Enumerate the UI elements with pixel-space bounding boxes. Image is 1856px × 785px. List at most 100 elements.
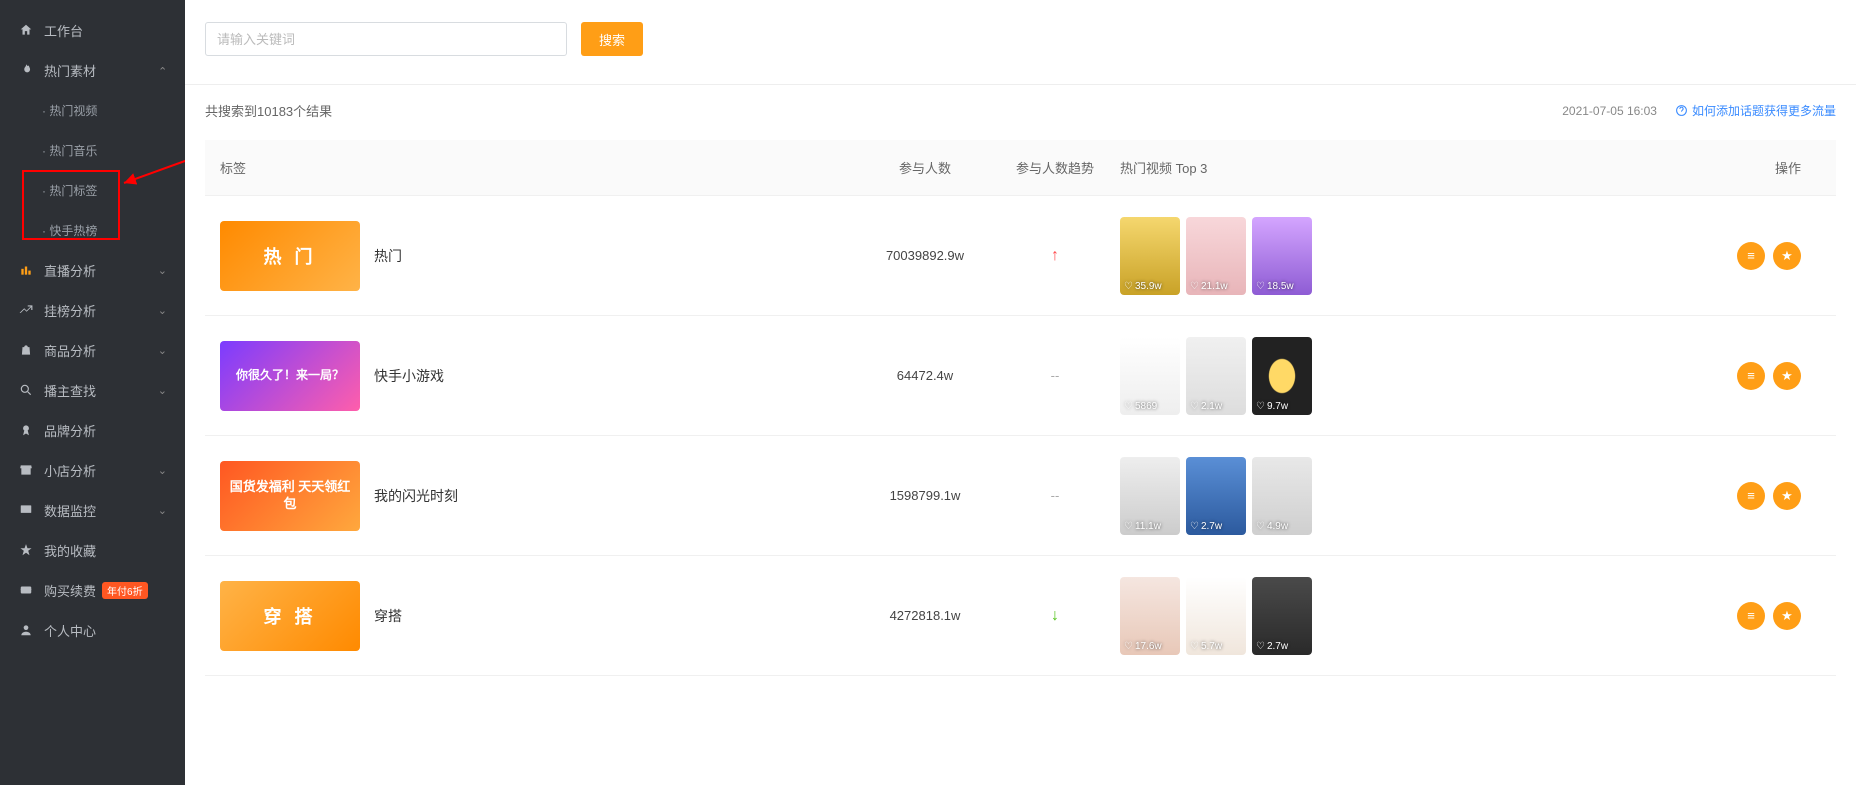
trend-up-icon: ↑	[990, 247, 1120, 265]
sidebar-sub-ks-hotlist[interactable]: · 快手热榜	[0, 210, 185, 250]
like-count: ♡ 5.7w	[1190, 641, 1222, 652]
search-input[interactable]	[205, 22, 567, 56]
question-icon	[1675, 104, 1688, 117]
video-thumb[interactable]: ♡ 4.9w	[1252, 457, 1312, 535]
sidebar-item-live-analysis[interactable]: 直播分析 ⌄	[0, 250, 185, 290]
video-thumb[interactable]: ♡ 18.5w	[1252, 217, 1312, 295]
trend-down-icon: ↓	[990, 607, 1120, 625]
sidebar-label: 热门素材	[44, 61, 96, 80]
result-bar: 共搜索到10183个结果 2021-07-05 16:03 如何添加话题获得更多…	[185, 84, 1856, 120]
like-count: ♡ 11.1w	[1124, 521, 1161, 532]
top3-videos: ♡ 11.1w ♡ 2.7w ♡ 4.9w	[1120, 457, 1340, 535]
result-count: 共搜索到10183个结果	[205, 101, 332, 120]
participant-count: 1598799.1w	[860, 488, 990, 503]
chart-icon	[18, 262, 34, 278]
table-row: 热 门 热门 70039892.9w ↑ ♡ 35.9w ♡ 21.1w ♡ 1…	[205, 196, 1836, 316]
search-button[interactable]: 搜索	[581, 22, 643, 56]
trend-none: --	[990, 488, 1120, 503]
sidebar-label: 商品分析	[44, 341, 96, 360]
detail-button[interactable]: ≡	[1737, 242, 1765, 270]
tag-name[interactable]: 热门	[374, 246, 402, 266]
medal-icon	[18, 422, 34, 438]
bag-icon	[18, 342, 34, 358]
top3-videos: ♡ 5869 ♡ 2.1w ♡ 9.7w	[1120, 337, 1340, 415]
like-count: ♡ 5869	[1124, 401, 1157, 412]
chevron-down-icon: ⌄	[158, 504, 167, 517]
video-thumb[interactable]: ♡ 5869	[1120, 337, 1180, 415]
like-count: ♡ 4.9w	[1256, 521, 1288, 532]
like-count: ♡ 35.9w	[1124, 281, 1162, 292]
sidebar-item-brand-analysis[interactable]: 品牌分析	[0, 410, 185, 450]
th-count: 参与人数	[860, 158, 990, 177]
participant-count: 64472.4w	[860, 368, 990, 383]
tag-name[interactable]: 我的闪光时刻	[374, 486, 458, 506]
sidebar-label: 购买续费	[44, 581, 96, 600]
sidebar-sub-hot-music[interactable]: · 热门音乐	[0, 130, 185, 170]
sidebar-label: 个人中心	[44, 621, 96, 640]
sidebar-label: 工作台	[44, 21, 83, 40]
video-thumb[interactable]: ♡ 2.7w	[1252, 577, 1312, 655]
sidebar-item-workbench[interactable]: 工作台	[0, 10, 185, 50]
video-thumb[interactable]: ♡ 21.1w	[1186, 217, 1246, 295]
chevron-down-icon: ⌄	[158, 304, 167, 317]
video-thumb[interactable]: ♡ 11.1w	[1120, 457, 1180, 535]
tag-table: 标签 参与人数 参与人数趋势 热门视频 Top 3 操作 热 门 热门 7003…	[205, 140, 1836, 676]
detail-button[interactable]: ≡	[1737, 362, 1765, 390]
sidebar-item-hot-material[interactable]: 热门素材 ⌄	[0, 50, 185, 90]
card-icon	[18, 582, 34, 598]
home-icon	[18, 22, 34, 38]
sidebar-label: 数据监控	[44, 501, 96, 520]
sidebar-label: 播主查找	[44, 381, 96, 400]
favorite-button[interactable]: ★	[1773, 362, 1801, 390]
favorite-button[interactable]: ★	[1773, 482, 1801, 510]
sidebar-item-personal[interactable]: 个人中心	[0, 610, 185, 650]
discount-badge: 年付6折	[102, 582, 148, 599]
like-count: ♡ 21.1w	[1190, 281, 1228, 292]
video-thumb[interactable]: ♡ 5.7w	[1186, 577, 1246, 655]
like-count: ♡ 2.1w	[1190, 401, 1222, 412]
sidebar-item-anchor-search[interactable]: 播主查找 ⌄	[0, 370, 185, 410]
participant-count: 4272818.1w	[860, 608, 990, 623]
video-thumb[interactable]: ♡ 2.7w	[1186, 457, 1246, 535]
sidebar-sub-hot-tags[interactable]: · 热门标签	[0, 170, 185, 210]
main-content: 搜索 共搜索到10183个结果 2021-07-05 16:03 如何添加话题获…	[185, 0, 1856, 785]
chevron-down-icon: ⌄	[158, 64, 167, 77]
sidebar-item-purchase[interactable]: 购买续费 年付6折	[0, 570, 185, 610]
sidebar-sub-hot-video[interactable]: · 热门视频	[0, 90, 185, 130]
favorite-button[interactable]: ★	[1773, 242, 1801, 270]
help-link[interactable]: 如何添加话题获得更多流量	[1675, 102, 1836, 119]
tag-name[interactable]: 快手小游戏	[374, 366, 444, 386]
video-thumb[interactable]: ♡ 35.9w	[1120, 217, 1180, 295]
video-thumb[interactable]: ♡ 9.7w	[1252, 337, 1312, 415]
sidebar-item-data-monitor[interactable]: 数据监控 ⌄	[0, 490, 185, 530]
sidebar-label: 挂榜分析	[44, 301, 96, 320]
star-icon	[18, 542, 34, 558]
table-row: 穿 搭 穿搭 4272818.1w ↓ ♡ 17.6w ♡ 5.7w ♡ 2.7…	[205, 556, 1836, 676]
tag-thumbnail[interactable]: 你很久了！来一局？	[220, 341, 360, 411]
sidebar-item-rank-analysis[interactable]: 挂榜分析 ⌄	[0, 290, 185, 330]
video-thumb[interactable]: ♡ 2.1w	[1186, 337, 1246, 415]
chevron-down-icon: ⌄	[158, 264, 167, 277]
sidebar-item-product-analysis[interactable]: 商品分析 ⌄	[0, 330, 185, 370]
sidebar-label: 我的收藏	[44, 541, 96, 560]
chevron-down-icon: ⌄	[158, 344, 167, 357]
like-count: ♡ 17.6w	[1124, 641, 1162, 652]
chevron-down-icon: ⌄	[158, 464, 167, 477]
tag-thumbnail[interactable]: 穿 搭	[220, 581, 360, 651]
favorite-button[interactable]: ★	[1773, 602, 1801, 630]
detail-button[interactable]: ≡	[1737, 602, 1765, 630]
tag-thumbnail[interactable]: 热 门	[220, 221, 360, 291]
tag-name[interactable]: 穿搭	[374, 606, 402, 626]
detail-button[interactable]: ≡	[1737, 482, 1765, 510]
tag-thumbnail[interactable]: 国货发福利 天天领红包	[220, 461, 360, 531]
like-count: ♡ 9.7w	[1256, 401, 1288, 412]
sidebar-item-my-fav[interactable]: 我的收藏	[0, 530, 185, 570]
chevron-down-icon: ⌄	[158, 384, 167, 397]
like-count: ♡ 2.7w	[1190, 521, 1222, 532]
search-icon	[18, 382, 34, 398]
video-thumb[interactable]: ♡ 17.6w	[1120, 577, 1180, 655]
sidebar-item-shop-analysis[interactable]: 小店分析 ⌄	[0, 450, 185, 490]
like-count: ♡ 18.5w	[1256, 281, 1294, 292]
timestamp: 2021-07-05 16:03	[1562, 104, 1657, 118]
top3-videos: ♡ 17.6w ♡ 5.7w ♡ 2.7w	[1120, 577, 1340, 655]
